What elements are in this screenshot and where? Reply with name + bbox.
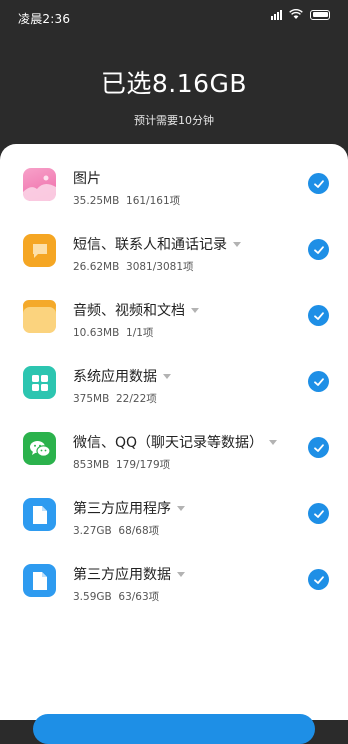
checkbox-checked[interactable] [308,437,329,458]
item-meta: 853MB 179/179项 [73,459,171,471]
dropdown-arrow-icon[interactable] [177,505,185,511]
list-item-pictures[interactable]: 图片 35.25MB 161/161项 [0,168,348,234]
messages-icon [23,234,56,267]
status-icons [271,9,330,20]
dropdown-arrow-icon[interactable] [163,373,171,379]
checkmark-icon [313,575,324,584]
checkbox-checked[interactable] [308,371,329,392]
item-meta: 26.62MB 3081/3081项 [73,261,194,273]
checkmark-icon [313,443,324,452]
dropdown-arrow-icon[interactable] [233,241,241,247]
wifi-icon [289,9,303,19]
item-label: 第三方应用程序 [73,498,185,518]
item-meta: 35.25MB 161/161项 [73,195,181,207]
list-item-messages[interactable]: 短信、联系人和通话记录 26.62MB 3081/3081项 [0,234,348,300]
estimated-time: 预计需要10分钟 [134,114,214,127]
list-item-third-party-app-data[interactable]: 第三方应用数据 3.59GB 63/63项 [0,564,348,630]
pictures-icon [23,168,56,201]
battery-icon [310,9,330,20]
list-item-audio-video-docs[interactable]: 音频、视频和文档 10.63MB 1/1项 [0,300,348,366]
checkbox-checked[interactable] [308,503,329,524]
wechat-icon [23,432,56,465]
checkmark-icon [313,311,324,320]
dropdown-arrow-icon[interactable] [191,307,199,313]
checkbox-checked[interactable] [308,569,329,590]
item-meta: 375MB 22/22项 [73,393,157,405]
app-data-icon [23,564,56,597]
selected-size-title: 已选8.16GB [100,69,248,98]
list-item-third-party-apps[interactable]: 第三方应用程序 3.27GB 68/68项 [0,498,348,564]
status-bar: 凌晨2:36 [0,0,348,32]
checkbox-checked[interactable] [308,239,329,260]
checkmark-icon [313,509,324,518]
system-apps-icon [23,366,56,399]
item-meta: 3.27GB 68/68项 [73,525,160,537]
item-label: 图片 [73,171,101,187]
data-category-list: 图片 35.25MB 161/161项 短信、联系人和通话记录 26.62MB … [0,144,348,720]
item-label: 系统应用数据 [73,366,171,386]
item-label: 音频、视频和文档 [73,300,199,320]
item-meta: 10.63MB 1/1项 [73,327,154,339]
item-label: 第三方应用数据 [73,564,185,584]
dropdown-arrow-icon[interactable] [177,571,185,577]
start-transfer-button[interactable] [33,714,315,744]
signal-icon [271,9,282,20]
folder-icon [23,300,56,333]
checkmark-icon [313,179,324,188]
list-item-wechat-qq[interactable]: 微信、QQ（聊天记录等数据） 853MB 179/179项 [0,432,348,498]
item-label: 短信、联系人和通话记录 [73,234,241,254]
checkbox-checked[interactable] [308,305,329,326]
checkmark-icon [313,377,324,386]
item-label: 微信、QQ（聊天记录等数据） [73,432,278,452]
item-meta: 3.59GB 63/63项 [73,591,160,603]
checkbox-checked[interactable] [308,173,329,194]
list-item-system-app-data[interactable]: 系统应用数据 375MB 22/22项 [0,366,348,432]
status-time: 凌晨2:36 [18,12,71,26]
dropdown-arrow-icon[interactable] [269,439,278,445]
app-file-icon [23,498,56,531]
checkmark-icon [313,245,324,254]
